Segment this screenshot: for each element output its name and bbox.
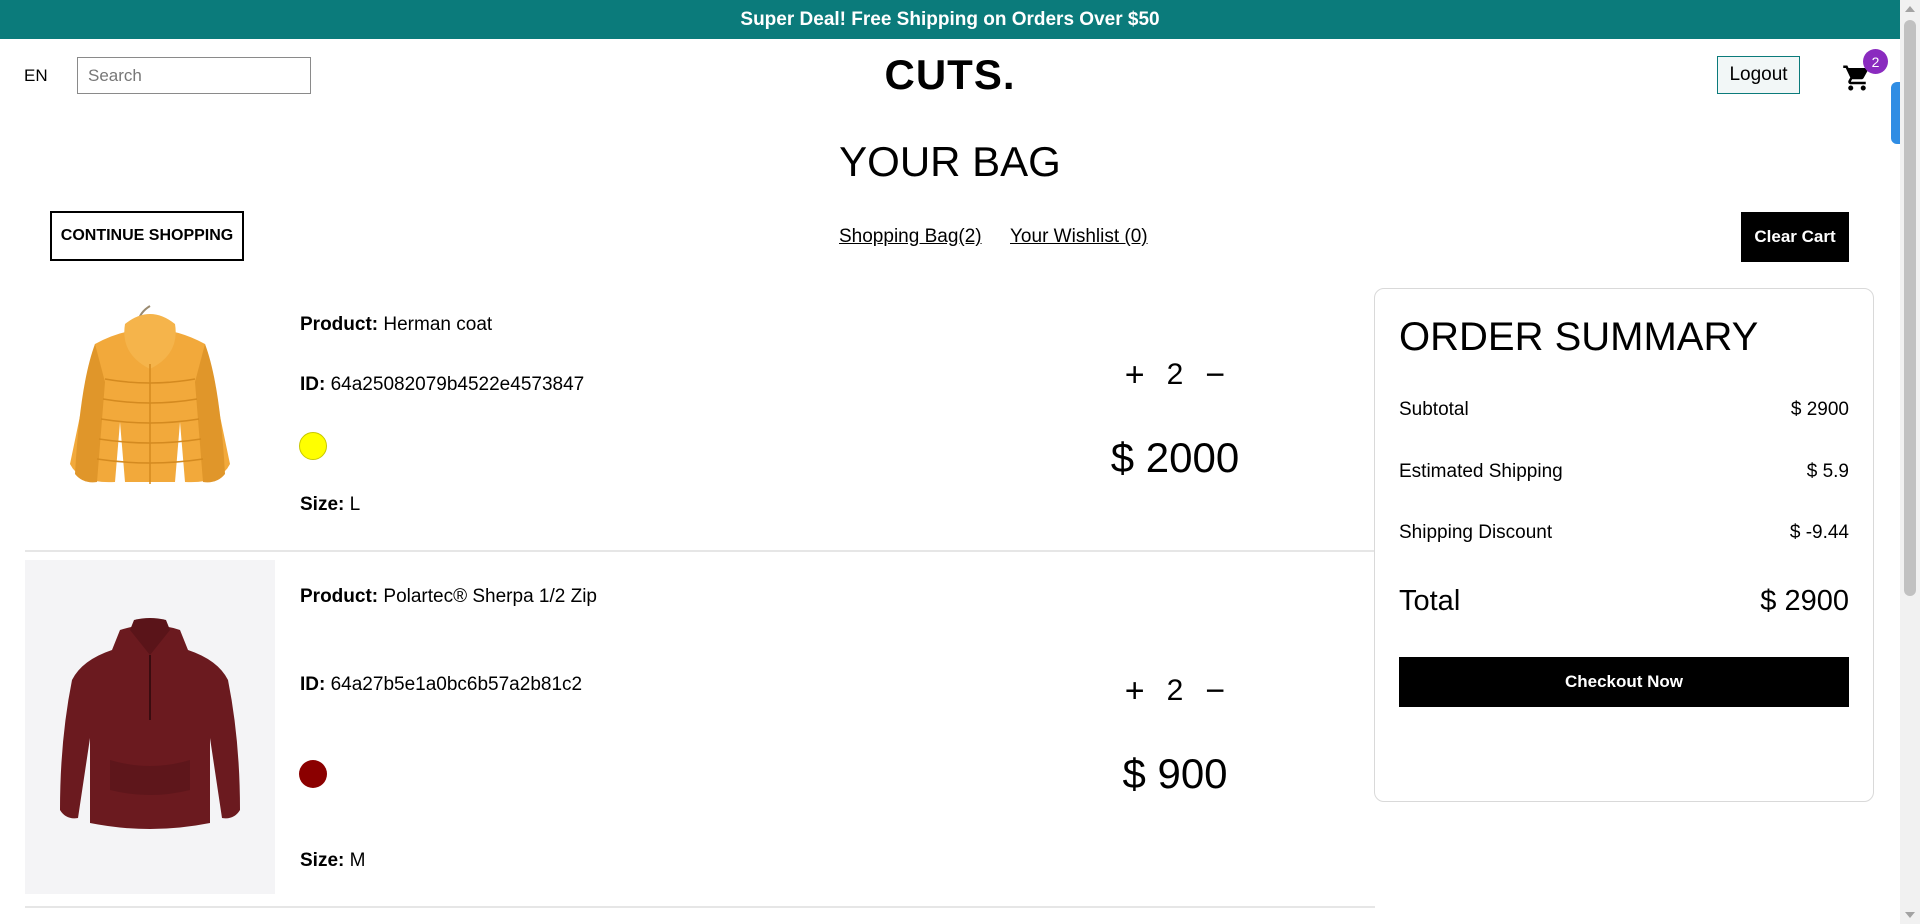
scrollbar-thumb[interactable] [1904, 20, 1916, 596]
shipping-row: Estimated Shipping $ 5.9 [1399, 461, 1849, 483]
id-label: ID: [300, 374, 326, 395]
decrease-quantity-button[interactable]: − [1205, 674, 1225, 708]
color-swatch [299, 760, 327, 788]
scroll-down-icon[interactable] [1905, 912, 1915, 918]
total-label: Total [1399, 585, 1461, 617]
product-label: Product: [300, 314, 379, 335]
subtotal-label: Subtotal [1399, 399, 1469, 420]
increase-quantity-button[interactable]: + [1125, 358, 1145, 392]
product-name-field: Product: Polartec® Sherpa 1/2 Zip [300, 586, 597, 608]
quantity-value: 2 [1166, 674, 1184, 707]
product-name-field: Product: Herman coat [300, 314, 492, 336]
quantity-stepper: + 2 − [1100, 358, 1250, 392]
quantity-stepper: + 2 − [1100, 674, 1250, 708]
product-image [25, 560, 275, 894]
cart-item: Product: Polartec® Sherpa 1/2 Zip ID: 64… [25, 560, 1375, 910]
clear-cart-button[interactable]: Clear Cart [1741, 212, 1849, 262]
id-label: ID: [300, 674, 326, 695]
product-id: 64a25082079b4522e4573847 [330, 374, 585, 395]
discount-value: $ -9.44 [1789, 522, 1849, 543]
search-input[interactable] [88, 65, 309, 86]
quantity-value: 2 [1166, 358, 1184, 391]
search-box[interactable] [77, 57, 311, 94]
cart-button[interactable]: 2 [1842, 49, 1888, 95]
product-name: Herman coat [383, 314, 493, 335]
summary-title: ORDER SUMMARY [1399, 315, 1759, 359]
increase-quantity-button[interactable]: + [1125, 674, 1145, 708]
product-size: L [349, 494, 361, 515]
page-scrollbar[interactable] [1900, 0, 1920, 924]
product-size: M [349, 850, 366, 871]
shopping-bag-link[interactable]: Shopping Bag(2) [839, 226, 982, 248]
color-swatch [299, 432, 327, 460]
logout-button[interactable]: Logout [1717, 56, 1800, 94]
subtotal-row: Subtotal $ 2900 [1399, 399, 1849, 421]
divider [25, 550, 1375, 552]
continue-shopping-button[interactable]: CONTINUE SHOPPING [50, 211, 244, 261]
total-row: Total $ 2900 [1399, 585, 1849, 618]
product-id-field: ID: 64a25082079b4522e4573847 [300, 374, 584, 396]
product-name: Polartec® Sherpa 1/2 Zip [383, 586, 598, 607]
checkout-button[interactable]: Checkout Now [1399, 657, 1849, 707]
cart-count-badge: 2 [1863, 49, 1888, 74]
cart-item: Product: Herman coat ID: 64a25082079b452… [25, 288, 1375, 550]
total-value: $ 2900 [1760, 585, 1849, 617]
side-feedback-tab[interactable] [1891, 82, 1900, 144]
size-field: Size: M [300, 850, 365, 872]
divider [25, 906, 1375, 908]
product-id: 64a27b5e1a0bc6b57a2b81c2 [330, 674, 583, 695]
size-field: Size: L [300, 494, 360, 516]
language-selector[interactable]: EN [24, 66, 48, 86]
decrease-quantity-button[interactable]: − [1205, 358, 1225, 392]
discount-row: Shipping Discount $ -9.44 [1399, 522, 1849, 544]
size-label: Size: [300, 850, 345, 871]
item-price: $ 900 [1122, 750, 1228, 797]
size-label: Size: [300, 494, 345, 515]
announcement-bar: Super Deal! Free Shipping on Orders Over… [0, 0, 1900, 39]
shipping-value: $ 5.9 [1806, 461, 1849, 482]
announcement-text: Super Deal! Free Shipping on Orders Over… [740, 8, 1160, 30]
navbar: EN CUTS. Logout 2 [0, 39, 1900, 111]
scroll-up-icon[interactable] [1905, 6, 1915, 12]
wishlist-link[interactable]: Your Wishlist (0) [1010, 226, 1148, 248]
product-label: Product: [300, 586, 379, 607]
subtotal-value: $ 2900 [1790, 399, 1849, 420]
page-title: YOUR BAG [839, 138, 1061, 185]
discount-label: Shipping Discount [1399, 522, 1553, 543]
shipping-label: Estimated Shipping [1399, 461, 1563, 482]
product-id-field: ID: 64a27b5e1a0bc6b57a2b81c2 [300, 674, 582, 696]
item-price: $ 2000 [1110, 434, 1240, 481]
order-summary: ORDER SUMMARY Subtotal $ 2900 Estimated … [1374, 288, 1874, 802]
product-image [25, 294, 275, 504]
